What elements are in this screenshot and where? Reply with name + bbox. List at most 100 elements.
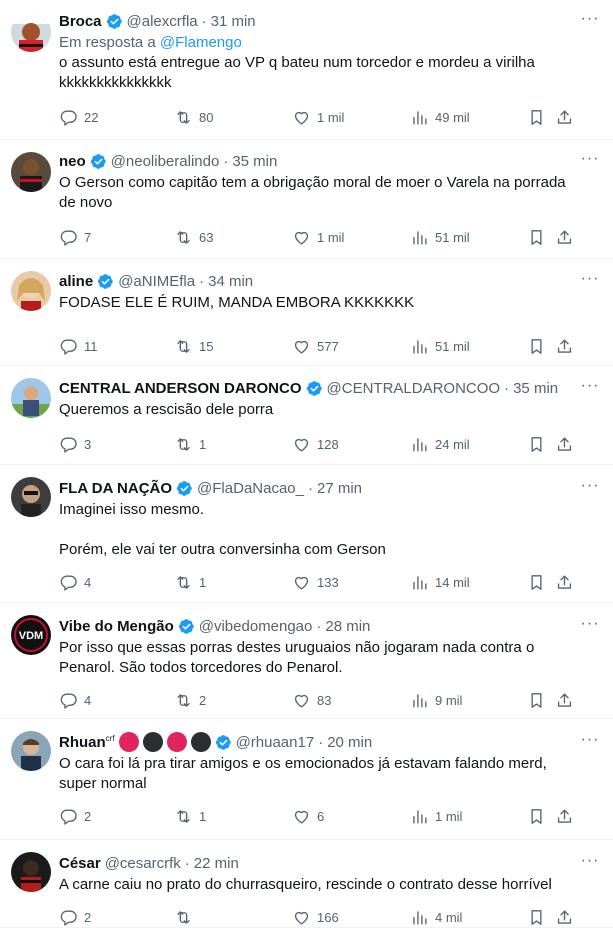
more-icon[interactable]: ···: [579, 478, 601, 499]
tweet[interactable]: aline @aNIMEfla · 34 min FODASE ELE É RUIM, …: [0, 259, 613, 366]
views-button[interactable]: 9 mil: [410, 689, 462, 711]
bookmark-button[interactable]: [527, 433, 546, 455]
author-name[interactable]: Rhuan: [59, 734, 106, 751]
author-name[interactable]: Broca: [59, 13, 102, 30]
author-name[interactable]: CENTRAL ANDERSON DARONCO: [59, 380, 302, 397]
more-icon[interactable]: ···: [579, 616, 601, 637]
more-icon[interactable]: ···: [579, 378, 601, 399]
timestamp[interactable]: 20 min: [327, 734, 372, 751]
share-button[interactable]: [555, 689, 574, 711]
views-button[interactable]: 51 mil: [410, 335, 470, 357]
like-button[interactable]: 128: [292, 433, 339, 455]
like-button[interactable]: 166: [292, 906, 339, 928]
views-button[interactable]: 14 mil: [410, 571, 470, 593]
author-name[interactable]: FLA DA NAÇÃO: [59, 480, 172, 497]
more-icon[interactable]: ···: [579, 732, 601, 753]
retweet-button[interactable]: 1: [174, 433, 206, 455]
tweet[interactable]: neo @neoliberalindo · 35 min O Gerson como c…: [0, 140, 613, 259]
bookmark-button[interactable]: [527, 805, 546, 827]
share-button[interactable]: [555, 433, 574, 455]
bookmark-button[interactable]: [527, 571, 546, 593]
reply-button[interactable]: 4: [59, 571, 91, 593]
reply-button[interactable]: 22: [59, 106, 98, 128]
share-button[interactable]: [555, 571, 574, 593]
share-button[interactable]: [555, 906, 574, 928]
more-icon[interactable]: ···: [579, 853, 601, 874]
reply-button[interactable]: 2: [59, 906, 91, 928]
avatar[interactable]: [11, 852, 51, 892]
bookmark-button[interactable]: [527, 689, 546, 711]
share-button[interactable]: [555, 226, 574, 248]
views-count: 4 mil: [435, 909, 463, 925]
like-button[interactable]: 133: [292, 571, 339, 593]
more-icon[interactable]: ···: [579, 271, 601, 292]
author-name[interactable]: César: [59, 855, 101, 872]
timestamp[interactable]: 31 min: [211, 13, 256, 30]
author-handle[interactable]: @cesarcrfk: [105, 855, 181, 872]
timestamp[interactable]: 28 min: [325, 618, 370, 635]
retweet-button[interactable]: 1: [174, 571, 206, 593]
retweet-button[interactable]: 80: [174, 106, 213, 128]
avatar[interactable]: [11, 477, 51, 517]
avatar[interactable]: [11, 12, 51, 52]
avatar[interactable]: [11, 378, 51, 418]
timestamp[interactable]: 27 min: [317, 480, 362, 497]
views-button[interactable]: 51 mil: [410, 226, 470, 248]
more-icon[interactable]: ···: [579, 11, 601, 32]
views-button[interactable]: 24 mil: [410, 433, 470, 455]
bookmark-button[interactable]: [527, 106, 546, 128]
reply-button[interactable]: 2: [59, 805, 91, 827]
timestamp[interactable]: 35 min: [232, 153, 277, 170]
author-handle[interactable]: @neoliberalindo: [111, 153, 220, 170]
tweet[interactable]: Broca @alexcrfla · 31 min Em resposta a @Fla…: [0, 0, 613, 140]
timestamp[interactable]: 35 min: [513, 380, 558, 397]
tweet[interactable]: FLA DA NAÇÃO @FlaDaNacao_ · 27 min Imaginei …: [0, 465, 613, 603]
tweet[interactable]: CENTRAL ANDERSON DARONCO @CENTRALDARONCOO…: [0, 366, 613, 465]
author-handle[interactable]: @FlaDaNacao_: [197, 480, 304, 497]
reply-button[interactable]: 7: [59, 226, 91, 248]
timestamp[interactable]: 22 min: [194, 855, 239, 872]
bookmark-icon: [527, 108, 546, 127]
author-name[interactable]: neo: [59, 153, 86, 170]
retweet-button[interactable]: 63: [174, 226, 213, 248]
views-button[interactable]: 1 mil: [410, 805, 462, 827]
author-handle[interactable]: @vibedomengao: [199, 618, 313, 635]
author-handle[interactable]: @rhuaan17: [236, 734, 315, 751]
like-button[interactable]: 83: [292, 689, 331, 711]
bookmark-button[interactable]: [527, 226, 546, 248]
reply-button[interactable]: 3: [59, 433, 91, 455]
author-handle[interactable]: @CENTRALDARONCOO: [327, 380, 501, 397]
tweet[interactable]: César @cesarcrfk · 22 min A carne caiu no pr…: [0, 840, 613, 928]
share-button[interactable]: [555, 106, 574, 128]
reply-to-link[interactable]: @Flamengo: [160, 34, 242, 51]
bookmark-button[interactable]: [527, 906, 546, 928]
avatar[interactable]: VDM: [11, 615, 51, 655]
author-handle[interactable]: @alexcrfla: [127, 13, 198, 30]
avatar[interactable]: [11, 271, 51, 311]
like-button[interactable]: 1 mil: [292, 226, 344, 248]
author-name[interactable]: aline: [59, 273, 93, 290]
views-button[interactable]: 49 mil: [410, 106, 470, 128]
avatar[interactable]: [11, 731, 51, 771]
like-button[interactable]: 6: [292, 805, 324, 827]
retweet-button[interactable]: 15: [174, 335, 213, 357]
retweet-button[interactable]: [174, 906, 199, 928]
tweet[interactable]: Rhuan crf @rhuaan17 · 20 min O cara foi lá pr…: [0, 719, 613, 840]
tweet[interactable]: VDM Vibe do Mengão @vibedomengao · 28 min Por…: [0, 603, 613, 719]
retweet-button[interactable]: 1: [174, 805, 206, 827]
reply-button[interactable]: 4: [59, 689, 91, 711]
views-button[interactable]: 4 mil: [410, 906, 462, 928]
avatar[interactable]: [11, 152, 51, 192]
share-button[interactable]: [555, 335, 574, 357]
reply-context: Em resposta a @Flamengo: [59, 34, 599, 51]
retweet-button[interactable]: 2: [174, 689, 206, 711]
like-button[interactable]: 577: [292, 335, 339, 357]
author-name[interactable]: Vibe do Mengão: [59, 618, 174, 635]
author-handle[interactable]: @aNIMEfla: [118, 273, 195, 290]
share-button[interactable]: [555, 805, 574, 827]
more-icon[interactable]: ···: [579, 151, 601, 172]
bookmark-button[interactable]: [527, 335, 546, 357]
like-button[interactable]: 1 mil: [292, 106, 344, 128]
reply-button[interactable]: 11: [59, 335, 98, 357]
timestamp[interactable]: 34 min: [208, 273, 253, 290]
